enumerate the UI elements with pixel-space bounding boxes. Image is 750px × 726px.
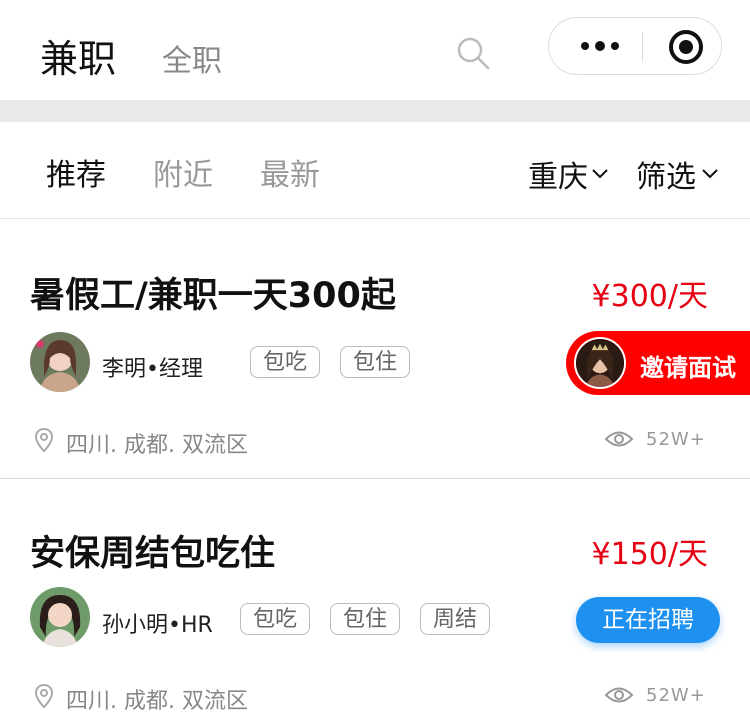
tag: 包住 [340,346,411,378]
eye-icon [604,687,634,703]
invite-interview-label: 邀请面试 [640,354,736,382]
chevron-down-icon[interactable] [591,168,609,180]
job-title: 暑假工/兼职一天300起 [30,276,396,316]
job-price: ¥150/天 [591,537,708,572]
tab-part-time[interactable]: 兼职 [40,28,116,83]
avatar [30,587,90,647]
more-dots-icon[interactable] [579,36,621,56]
avatar [574,337,626,389]
job-card[interactable]: 暑假工/兼职一天300起 ¥300/天 李明•经理 包吃 包住 邀请面试 四川.… [0,219,750,479]
poster-name: 李明•经理 [102,357,203,382]
capsule-divider [642,32,643,62]
poster-name: 孙小明•HR [102,613,213,638]
location-pin-icon [34,683,54,709]
avatar [30,332,90,392]
job-title: 安保周结包吃住 [30,534,276,574]
mini-program-capsule [548,17,722,75]
section-divider-band [0,100,750,122]
filter-tab-nearby[interactable]: 附近 [153,150,213,194]
chevron-down-icon[interactable] [701,168,719,180]
job-location: 四川. 成都. 双流区 [66,433,248,458]
filter-dropdown[interactable]: 筛选 [636,152,696,196]
view-count: 52W+ [646,429,706,450]
view-count: 52W+ [646,685,706,706]
city-dropdown[interactable]: 重庆 [528,152,588,196]
search-icon[interactable] [456,36,490,70]
tag: 周结 [420,603,491,635]
tag: 包吃 [250,346,321,378]
filter-bar: 推荐 附近 最新 重庆 筛选 [0,122,750,219]
invite-interview-button[interactable]: 邀请面试 [566,331,750,395]
job-card[interactable]: 安保周结包吃住 ¥150/天 孙小明•HR 包吃 包住 周结 正在招聘 四川. … [0,479,750,726]
location-pin-icon [34,427,54,453]
tag: 包吃 [240,603,311,635]
top-bar: 兼职 全职 [0,0,750,100]
tag: 包住 [330,603,401,635]
job-location: 四川. 成都. 双流区 [66,689,248,714]
filter-tab-latest[interactable]: 最新 [260,150,320,194]
tab-full-time[interactable]: 全职 [162,36,222,80]
eye-icon [604,431,634,447]
filter-tab-recommended[interactable]: 推荐 [46,150,106,194]
hiring-button[interactable]: 正在招聘 [576,597,720,643]
target-icon[interactable] [667,28,705,66]
job-price: ¥300/天 [591,279,708,314]
